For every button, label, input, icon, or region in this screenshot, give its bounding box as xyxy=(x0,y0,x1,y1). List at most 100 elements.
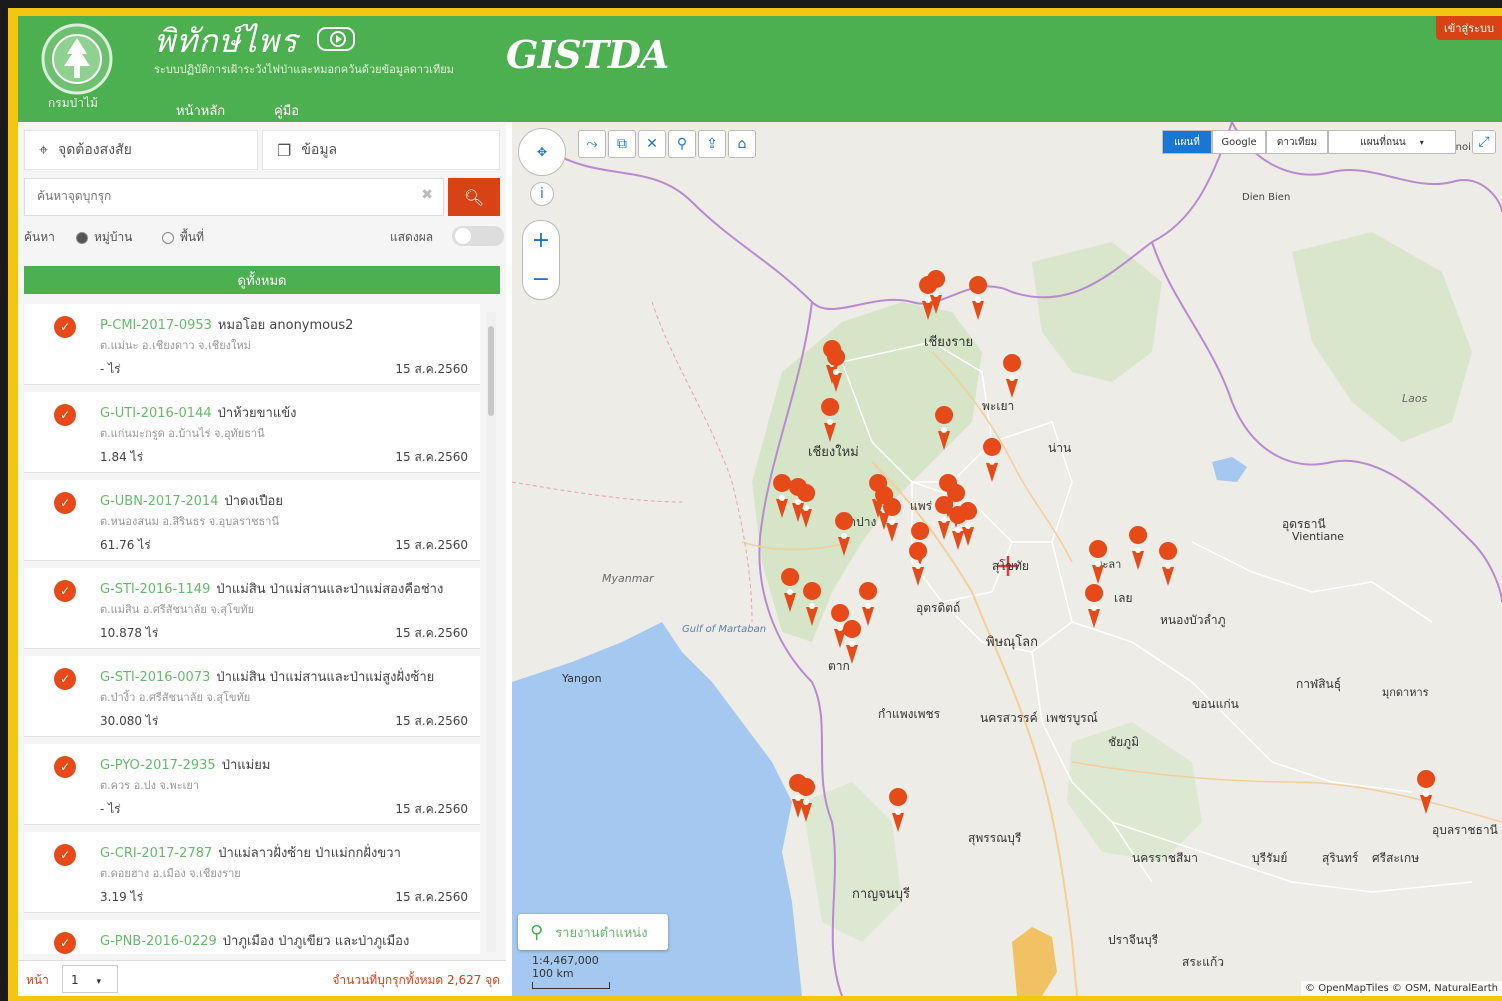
item-code: G-PNB-2016-0229 xyxy=(100,934,217,949)
map-label: สระแก้ว xyxy=(1182,955,1224,969)
zoom-in-button[interactable]: + xyxy=(523,221,559,260)
layer-option-road[interactable]: แผนที่ถนน ▾ xyxy=(1328,130,1456,154)
measure-tool-button[interactable]: ⤳ xyxy=(578,130,606,158)
app-header: กรมป่าไม้ พิทักษ์ไพร ระบบปฏิบัติการเฝ้าร… xyxy=(18,16,1502,128)
filter-option-area[interactable]: พื้นที่ xyxy=(162,228,204,247)
map-label: Gulf of Martaban xyxy=(682,624,766,635)
item-area: 1.84 ไร่ xyxy=(100,450,144,464)
search-filter: ค้นหา หมู่บ้าน พื้นที่ แสดงผล xyxy=(24,226,504,247)
expand-icon: ⤢ xyxy=(1478,134,1490,150)
display-toggle[interactable] xyxy=(452,226,504,246)
list-item[interactable]: ✓ G-PNB-2016-0229 ป่าภูเมือง ป่าภูเขียว แ… xyxy=(24,920,480,954)
layers-tool-button[interactable]: ⧉ xyxy=(608,130,636,158)
pan-compass[interactable]: ✥ xyxy=(518,128,566,176)
item-title: G-CRI-2017-2787 ป่าแม่ลาวฝั่งซ้าย ป่าแม่ก… xyxy=(100,842,401,863)
clear-icon[interactable]: ✖ xyxy=(421,187,433,203)
item-location: ต.แก่นมะกรูด อ.บ้านไร่ จ.อุทัยธานี xyxy=(100,427,265,440)
search-button[interactable]: 🔍︎ xyxy=(448,178,500,216)
option-label: พื้นที่ xyxy=(180,230,205,244)
map-label: ขอนแก่น xyxy=(1192,697,1239,711)
map-label: สุพรรณบุรี xyxy=(968,831,1022,846)
fire-marker-icon: ✓ xyxy=(54,844,76,866)
map-label: พิษณุโลก xyxy=(986,634,1038,650)
search-icon: 🔍︎ xyxy=(463,187,485,207)
view-all-button[interactable]: ดูทั้งหมด xyxy=(24,266,500,294)
item-code: G-STI-2016-1149 xyxy=(100,582,211,597)
pagination: หน้า 1 ▾ จำนวนที่บุกรุกทั้งหมด 2,627 จุด xyxy=(18,960,506,996)
chevron-down-icon: ▾ xyxy=(1419,137,1424,147)
list-item[interactable]: ✓ G-STI-2016-0073 ป่าแม่สิน ป่าแม่สานและป… xyxy=(24,656,480,737)
filter-option-village[interactable]: หมู่บ้าน xyxy=(76,228,132,247)
search-box: ✖ xyxy=(24,178,444,216)
layer-option-satellite[interactable]: ดาวเทียม xyxy=(1266,130,1328,154)
fullscreen-button[interactable]: ⤢ xyxy=(1472,130,1496,154)
info-icon: i xyxy=(540,186,544,202)
item-date: 15 ส.ค.2560 xyxy=(395,626,468,640)
chevron-down-icon: ▾ xyxy=(96,977,101,987)
home-tool-button[interactable]: ⌂ xyxy=(728,130,756,158)
map-label: อุบลราชธานี xyxy=(1432,823,1498,838)
item-title: G-UTI-2016-0144 ป่าห้วยขาแข้ง xyxy=(100,402,296,423)
item-name: ป่าดงเปือย xyxy=(224,494,283,509)
page-select[interactable]: 1 ▾ xyxy=(62,965,118,993)
tab-suspect-points[interactable]: ⌖ จุดต้องสงสัย xyxy=(24,130,258,170)
org-label: กรมป่าไม้ xyxy=(48,96,98,110)
map-label: นครสวรรค์ xyxy=(980,711,1038,725)
list-item[interactable]: ✓ G-PYO-2017-2935 ป่าแม่ยม ต.ควร อ.ปง จ.พ… xyxy=(24,744,480,825)
list-item[interactable]: ✓ G-UBN-2017-2014 ป่าดงเปือย ต.หนองสนม อ.… xyxy=(24,480,480,561)
tab-data[interactable]: ❐ ข้อมูล xyxy=(262,130,500,170)
info-button[interactable]: i xyxy=(530,182,554,206)
upload-icon: ⇪ xyxy=(706,136,718,152)
fire-marker-icon: ✓ xyxy=(54,316,76,338)
home-icon: ⌂ xyxy=(737,136,747,152)
report-location-button[interactable]: ⚲ รายงานตำแหน่ง xyxy=(518,914,668,950)
layer-option-google[interactable]: Google xyxy=(1212,130,1266,154)
item-name: หมอโอย anonymous2 xyxy=(217,318,354,333)
app-subtitle: ระบบปฏิบัติการเฝ้าระวังไฟป่าและหมอกควันด… xyxy=(154,63,454,76)
list-item[interactable]: ✓ G-UTI-2016-0144 ป่าห้วยขาแข้ง ต.แก่นมะก… xyxy=(24,392,480,473)
map-label: เพชรบูรณ์ xyxy=(1046,711,1098,726)
item-date: 15 ส.ค.2560 xyxy=(395,802,468,816)
list-item[interactable]: ✓ G-STI-2016-1149 ป่าแม่สิน ป่าแม่สานและป… xyxy=(24,568,480,649)
list-item[interactable]: ✓ G-CRI-2017-2787 ป่าแม่ลาวฝั่งซ้าย ป่าแม… xyxy=(24,832,480,913)
scrollbar-thumb[interactable] xyxy=(488,326,494,416)
fire-marker-icon: ✓ xyxy=(54,580,76,602)
item-title: G-UBN-2017-2014 ป่าดงเปือย xyxy=(100,490,283,511)
list-scrollbar[interactable] xyxy=(486,312,496,952)
item-title: G-PYO-2017-2935 ป่าแม่ยม xyxy=(100,754,270,775)
clear-tool-button[interactable]: ✕ xyxy=(638,130,666,158)
map-view[interactable]: Dien Bien Hanoi เชียงราย พะเยา เชียงใหม่… xyxy=(512,122,1502,996)
item-title: G-PNB-2016-0229 ป่าภูเมือง ป่าภูเขียว และ… xyxy=(100,930,409,951)
item-code: G-UTI-2016-0144 xyxy=(100,406,212,421)
zoom-out-button[interactable]: − xyxy=(523,260,559,299)
item-title: G-STI-2016-0073 ป่าแม่สิน ป่าแม่สานและป่า… xyxy=(100,666,434,687)
item-code: G-CRI-2017-2787 xyxy=(100,846,213,861)
pin-icon: ⚲ xyxy=(676,136,688,152)
item-location: ต.หนองสนม อ.สิรินธร จ.อุบลราชธานี xyxy=(100,515,279,528)
map-attribution[interactable]: © OpenMapTiles © OSM, NaturalEarth xyxy=(1301,981,1502,996)
item-area: - ไร่ xyxy=(100,802,121,816)
list-item[interactable]: ✓ P-CMI-2017-0953 หมอโอย anonymous2 ต.แม่… xyxy=(24,304,480,385)
page-value: 1 xyxy=(71,973,79,987)
item-title: G-STI-2016-1149 ป่าแม่สิน ป่าแม่สานและป่า… xyxy=(100,578,443,599)
map-label: พะเยา xyxy=(982,399,1014,413)
gistda-logo: GISTDA xyxy=(506,32,669,77)
upload-tool-button[interactable]: ⇪ xyxy=(698,130,726,158)
copy-icon: ❐ xyxy=(277,140,292,160)
map-label: Myanmar xyxy=(602,572,655,585)
item-area: 3.19 ไร่ xyxy=(100,890,144,904)
login-button[interactable]: เข้าสู่ระบบ xyxy=(1436,16,1502,40)
nav-tab-manual[interactable]: คู่มือ xyxy=(254,98,319,125)
layer-option-map[interactable]: แผนที่ xyxy=(1162,130,1212,154)
map-label: หนองบัวลำภู xyxy=(1160,613,1226,628)
map-label: เลย xyxy=(1114,591,1133,605)
search-input[interactable] xyxy=(25,179,429,213)
forest-department-seal-icon xyxy=(41,23,113,95)
encroachment-list: ✓ P-CMI-2017-0953 หมอโอย anonymous2 ต.แม่… xyxy=(24,304,482,954)
item-code: G-UBN-2017-2014 xyxy=(100,494,219,509)
item-date: 15 ส.ค.2560 xyxy=(395,538,468,552)
tab-label: จุดต้องสงสัย xyxy=(58,142,132,158)
item-code: G-STI-2016-0073 xyxy=(100,670,211,685)
pin-tool-button[interactable]: ⚲ xyxy=(668,130,696,158)
toggle-label: แสดงผล xyxy=(390,230,434,244)
